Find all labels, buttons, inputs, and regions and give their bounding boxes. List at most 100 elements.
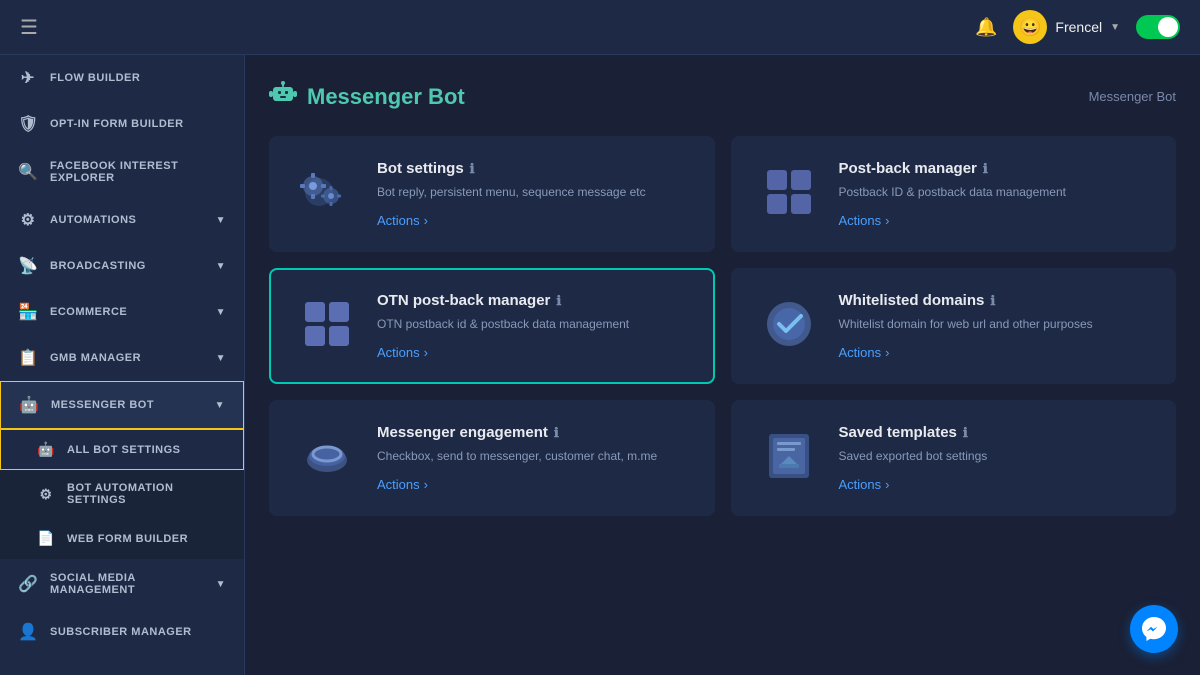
sidebar-item-label: SOCIAL MEDIA MANAGEMENT [50, 572, 204, 596]
info-icon-engagement: ℹ [554, 425, 559, 441]
social-media-caret: ▼ [216, 579, 226, 590]
breadcrumb: Messenger Bot [1089, 89, 1176, 104]
card-otn-post-back[interactable]: OTN post-back manager ℹ OTN postback id … [269, 268, 715, 384]
card-title-post-back: Post-back manager ℹ [839, 160, 1151, 177]
card-desc-post-back: Postback ID & postback data management [839, 183, 1151, 201]
card-whitelisted-domains[interactable]: Whitelisted domains ℹ Whitelist domain f… [731, 268, 1177, 384]
info-icon-templates: ℹ [963, 425, 968, 441]
card-title-engagement: Messenger engagement ℹ [377, 424, 689, 441]
toggle-switch[interactable] [1136, 15, 1180, 39]
sidebar-sub-item-bot-automation[interactable]: ⚙ BOT AUTOMATION SETTINGS [0, 470, 244, 518]
sidebar-sub-item-label: ALL BOT SETTINGS [67, 444, 181, 456]
card-icon-otn [295, 292, 359, 356]
sidebar-item-opt-in-form[interactable]: 🛡 OPT-IN FORM BUILDER [0, 101, 244, 147]
page-title-area: Messenger Bot [269, 79, 465, 114]
user-dropdown-caret: ▼ [1110, 22, 1120, 33]
sidebar-item-label: OPT-IN FORM BUILDER [50, 118, 184, 130]
user-info[interactable]: 😀 Frencel ▼ [1013, 10, 1120, 44]
card-action-otn[interactable]: Actions › [377, 345, 689, 360]
sidebar-item-broadcasting[interactable]: 📡 BROADCASTING ▼ [0, 243, 244, 289]
card-body-post-back: Post-back manager ℹ Postback ID & postba… [839, 160, 1151, 228]
bot-automation-icon: ⚙ [37, 486, 55, 503]
subscriber-icon: 👤 [18, 622, 38, 642]
card-title-templates: Saved templates ℹ [839, 424, 1151, 441]
sidebar-item-label: SUBSCRIBER MANAGER [50, 626, 192, 638]
social-media-icon: 🔗 [18, 574, 38, 594]
header-right: 🔔 😀 Frencel ▼ [975, 10, 1180, 44]
card-action-post-back[interactable]: Actions › [839, 213, 1151, 228]
fb-interest-icon: 🔍 [18, 162, 38, 182]
top-header: ☰ 🔔 😀 Frencel ▼ [0, 0, 1200, 55]
opt-in-form-icon: 🛡 [18, 114, 38, 134]
flow-builder-icon: ✈ [18, 68, 38, 88]
card-messenger-engagement[interactable]: Messenger engagement ℹ Checkbox, send to… [269, 400, 715, 516]
sidebar-item-fb-interest[interactable]: 🔍 FACEBOOK INTEREST EXPLORER [0, 147, 244, 197]
sidebar-item-automations[interactable]: ⚙ AUTOMATIONS ▼ [0, 197, 244, 243]
automations-icon: ⚙ [18, 210, 38, 230]
info-icon-bot-settings: ℹ [470, 161, 475, 177]
avatar: 😀 [1013, 10, 1047, 44]
messenger-fab[interactable] [1130, 605, 1178, 653]
card-icon-whitelist [757, 292, 821, 356]
card-desc-otn: OTN postback id & postback data manageme… [377, 315, 689, 333]
sidebar-item-label: FLOW BUILDER [50, 72, 140, 84]
ecommerce-caret: ▼ [216, 307, 226, 318]
all-bot-settings-icon: 🤖 [37, 441, 55, 458]
sidebar-sub-item-web-form-builder[interactable]: 📄 WEB FORM BUILDER [0, 518, 244, 559]
bell-icon[interactable]: 🔔 [975, 17, 997, 38]
messenger-bot-icon: 🤖 [19, 395, 39, 415]
sidebar-item-gmb-manager[interactable]: 📋 GMB MANAGER ▼ [0, 335, 244, 381]
gmb-icon: 📋 [18, 348, 38, 368]
web-form-icon: 📄 [37, 530, 55, 547]
sidebar-item-social-media[interactable]: 🔗 SOCIAL MEDIA MANAGEMENT ▼ [0, 559, 244, 609]
card-saved-templates[interactable]: Saved templates ℹ Saved exported bot set… [731, 400, 1177, 516]
card-body-whitelist: Whitelisted domains ℹ Whitelist domain f… [839, 292, 1151, 360]
main-content: Messenger Bot Messenger Bot [245, 55, 1200, 675]
card-action-whitelist[interactable]: Actions › [839, 345, 1151, 360]
page-title: Messenger Bot [307, 84, 465, 110]
messenger-bot-caret: ▼ [215, 400, 225, 411]
sidebar-item-label: BROADCASTING [50, 260, 146, 272]
card-title-otn: OTN post-back manager ℹ [377, 292, 689, 309]
sidebar-item-label: ECOMMERCE [50, 306, 127, 318]
card-desc-templates: Saved exported bot settings [839, 447, 1151, 465]
sidebar-item-subscriber[interactable]: 👤 SUBSCRIBER MANAGER [0, 609, 244, 655]
info-icon-whitelist: ℹ [990, 293, 995, 309]
sidebar-item-label: GMB MANAGER [50, 352, 141, 364]
sidebar-item-label: AUTOMATIONS [50, 214, 136, 226]
main-layout: ✈ FLOW BUILDER 🛡 OPT-IN FORM BUILDER 🔍 F… [0, 55, 1200, 675]
broadcasting-icon: 📡 [18, 256, 38, 276]
sidebar-item-ecommerce[interactable]: 🏪 ECOMMERCE ▼ [0, 289, 244, 335]
username: Frencel [1055, 19, 1102, 35]
sidebar-item-messenger-bot[interactable]: 🤖 MESSENGER BOT ▼ [0, 381, 244, 429]
card-action-bot-settings[interactable]: Actions › [377, 213, 689, 228]
card-desc-engagement: Checkbox, send to messenger, customer ch… [377, 447, 689, 465]
toggle-knob [1158, 17, 1178, 37]
card-icon-engagement [295, 424, 359, 488]
gmb-caret: ▼ [216, 353, 226, 364]
card-title-whitelist: Whitelisted domains ℹ [839, 292, 1151, 309]
info-icon-otn: ℹ [556, 293, 561, 309]
card-post-back-manager[interactable]: Post-back manager ℹ Postback ID & postba… [731, 136, 1177, 252]
card-action-engagement[interactable]: Actions › [377, 477, 689, 492]
sidebar: ✈ FLOW BUILDER 🛡 OPT-IN FORM BUILDER 🔍 F… [0, 55, 245, 675]
card-desc-whitelist: Whitelist domain for web url and other p… [839, 315, 1151, 333]
cards-grid: Bot settings ℹ Bot reply, persistent men… [269, 136, 1176, 516]
card-body-templates: Saved templates ℹ Saved exported bot set… [839, 424, 1151, 492]
header-left: ☰ [20, 15, 38, 40]
card-body-engagement: Messenger engagement ℹ Checkbox, send to… [377, 424, 689, 492]
broadcasting-caret: ▼ [216, 261, 226, 272]
card-icon-bot-settings [295, 160, 359, 224]
sidebar-sub-item-all-bot-settings[interactable]: 🤖 ALL BOT SETTINGS [0, 429, 244, 470]
card-desc-bot-settings: Bot reply, persistent menu, sequence mes… [377, 183, 689, 201]
sidebar-item-flow-builder[interactable]: ✈ FLOW BUILDER [0, 55, 244, 101]
card-body-bot-settings: Bot settings ℹ Bot reply, persistent men… [377, 160, 689, 228]
messenger-bot-submenu: 🤖 ALL BOT SETTINGS ⚙ BOT AUTOMATION SETT… [0, 429, 244, 559]
hamburger-icon[interactable]: ☰ [20, 15, 38, 40]
card-title-bot-settings: Bot settings ℹ [377, 160, 689, 177]
sidebar-item-label: FACEBOOK INTEREST EXPLORER [50, 160, 226, 184]
card-body-otn: OTN post-back manager ℹ OTN postback id … [377, 292, 689, 360]
card-action-templates[interactable]: Actions › [839, 477, 1151, 492]
sidebar-sub-item-label: BOT AUTOMATION SETTINGS [67, 482, 225, 506]
card-bot-settings[interactable]: Bot settings ℹ Bot reply, persistent men… [269, 136, 715, 252]
